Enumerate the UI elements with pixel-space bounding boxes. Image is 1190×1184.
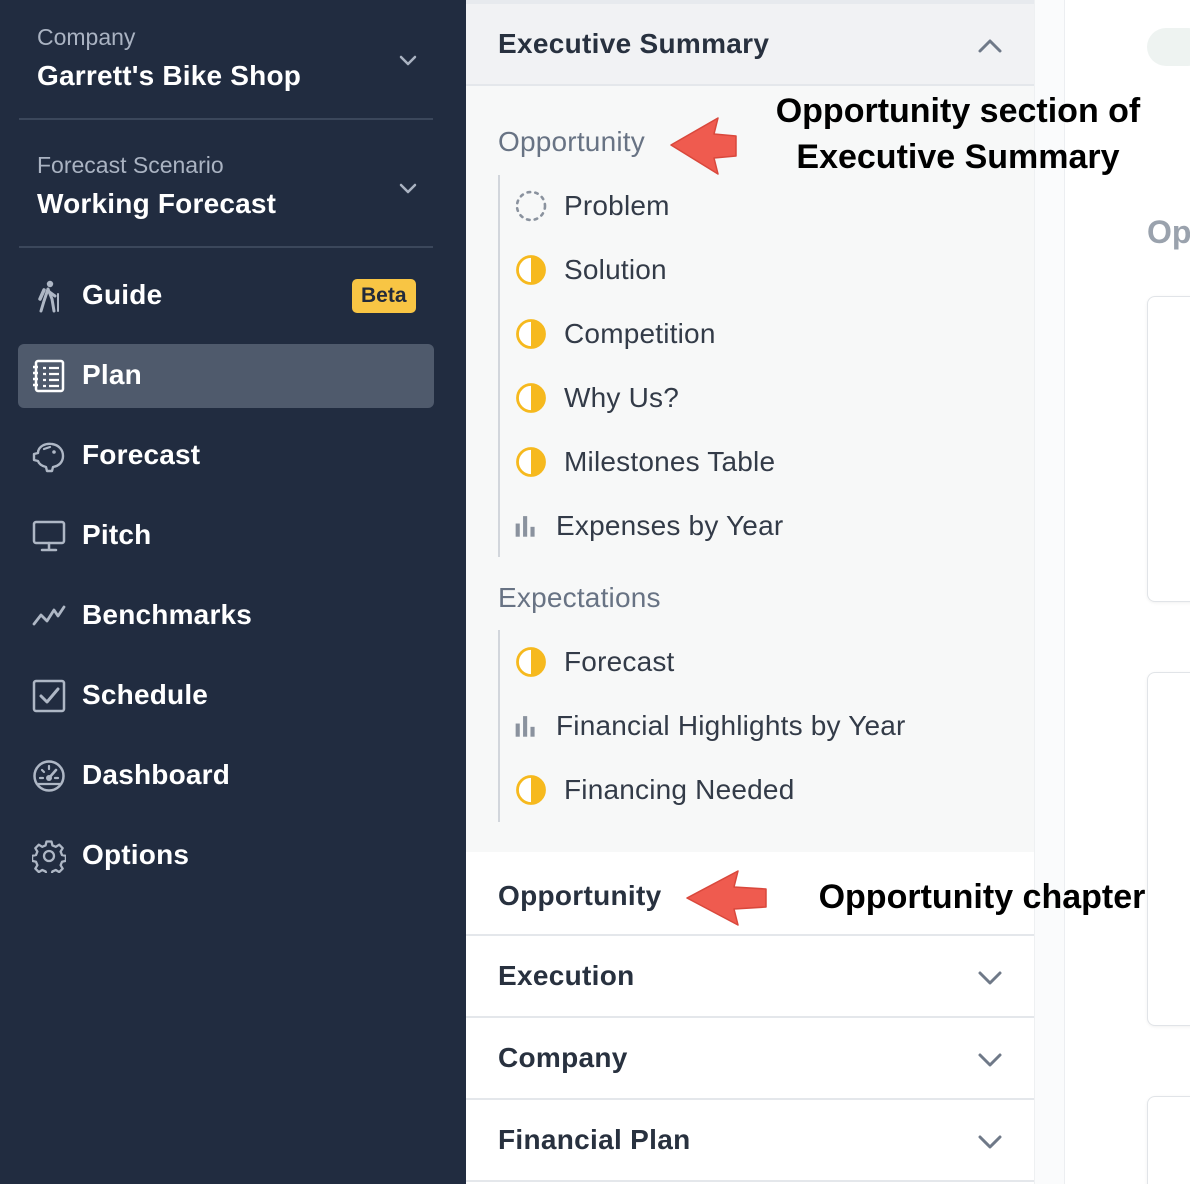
company-selector[interactable]: Company Garrett's Bike Shop xyxy=(0,18,466,108)
sidebar-item-plan[interactable]: Plan xyxy=(18,344,434,408)
half-circle-status-icon xyxy=(516,255,546,285)
preview-heading: Op xyxy=(1147,214,1190,250)
checkbox-calendar-icon xyxy=(32,679,66,713)
sidebar-item-label: Dashboard xyxy=(82,759,231,790)
hiker-icon xyxy=(38,280,59,313)
company-selector-value: Garrett's Bike Shop xyxy=(37,60,302,91)
gear-icon xyxy=(32,840,66,873)
forecast-scenario-value: Working Forecast xyxy=(37,188,277,219)
sidebar-item-label: Benchmarks xyxy=(82,599,253,630)
group-title-expectations: Expectations xyxy=(498,582,661,613)
outline-item-label: Solution xyxy=(564,254,667,285)
piggy-bank-icon xyxy=(32,442,65,473)
section-title: Company xyxy=(498,1042,628,1073)
outline-item-label: Problem xyxy=(564,190,670,221)
executive-summary-body: Opportunity Problem Solution Competition xyxy=(466,86,1034,852)
beta-badge: Beta xyxy=(352,279,416,313)
gauge-icon xyxy=(33,760,65,792)
preview-card[interactable] xyxy=(1147,1096,1190,1184)
group-line xyxy=(498,175,500,557)
sidebar-item-label: Pitch xyxy=(82,519,152,550)
sidebar-divider xyxy=(19,246,433,248)
chevron-down-icon xyxy=(978,971,1002,985)
sidebar-item-schedule[interactable]: Schedule xyxy=(18,664,434,728)
sidebar-item-options[interactable]: Options xyxy=(18,824,434,888)
section-title: Executive Summary xyxy=(498,28,770,59)
chevron-down-icon xyxy=(399,55,417,66)
callout-arrow-icon xyxy=(670,117,737,175)
half-circle-status-icon xyxy=(516,775,546,805)
sidebar-item-label: Plan xyxy=(82,359,142,390)
half-circle-status-icon xyxy=(516,647,546,677)
company-selector-label: Company xyxy=(37,24,136,50)
sidebar-item-pitch[interactable]: Pitch xyxy=(18,504,434,568)
chevron-down-icon xyxy=(978,1053,1002,1067)
group-line xyxy=(498,630,500,822)
outline-item-label: Milestones Table xyxy=(564,446,776,477)
annotation-exec-opportunity: Opportunity section of Executive Summary xyxy=(775,92,1141,176)
chapter-company[interactable]: Company xyxy=(466,1018,1034,1100)
bar-chart-icon xyxy=(515,716,535,737)
forecast-scenario-selector[interactable]: Forecast Scenario Working Forecast xyxy=(0,146,466,236)
outline-item-label: Forecast xyxy=(564,646,675,677)
chapter-execution[interactable]: Execution xyxy=(466,936,1034,1018)
chapter-financial-plan[interactable]: Financial Plan xyxy=(466,1100,1034,1182)
half-circle-status-icon xyxy=(516,383,546,413)
sidebar-item-dashboard[interactable]: Dashboard xyxy=(18,744,434,808)
monitor-icon xyxy=(32,520,66,552)
sidebar-item-guide[interactable]: Guide Beta xyxy=(18,264,434,328)
preview-card[interactable] xyxy=(1147,672,1190,1026)
sidebar-item-label: Options xyxy=(82,839,190,870)
group-title-opportunity: Opportunity xyxy=(498,126,645,157)
forecast-scenario-label: Forecast Scenario xyxy=(37,152,224,178)
sidebar-item-label: Forecast xyxy=(82,439,201,470)
chevron-down-icon xyxy=(399,183,417,194)
outline-item-label: Competition xyxy=(564,318,716,349)
section-executive-summary[interactable]: Executive Summary xyxy=(466,4,1034,86)
outline-item-label: Expenses by Year xyxy=(556,510,784,541)
outline-item-label: Financing Needed xyxy=(564,774,795,805)
sidebar-item-label: Guide xyxy=(82,279,163,310)
trend-line-icon xyxy=(32,605,66,626)
section-title: Execution xyxy=(498,960,635,991)
sidebar-item-benchmarks[interactable]: Benchmarks xyxy=(18,584,434,648)
section-separator xyxy=(466,1180,1034,1182)
sidebar-item-forecast[interactable]: Forecast xyxy=(18,424,434,488)
sidebar-item-label: Schedule xyxy=(82,679,209,710)
sidebar-divider xyxy=(19,118,433,120)
callout-arrow-icon xyxy=(686,870,767,926)
sidebar: Company Garrett's Bike Shop Forecast Sce… xyxy=(0,0,466,1184)
preview-pill[interactable] xyxy=(1147,28,1190,66)
outline-item-label: Why Us? xyxy=(564,382,679,413)
plan-document-icon xyxy=(33,359,65,393)
annotation-chapter: Opportunity chapter xyxy=(818,878,1146,916)
half-circle-status-icon xyxy=(516,447,546,477)
half-circle-status-icon xyxy=(516,319,546,349)
preview-card[interactable] xyxy=(1147,296,1190,602)
chevron-down-icon xyxy=(978,1135,1002,1149)
bar-chart-icon xyxy=(515,516,535,537)
chevron-up-icon xyxy=(978,39,1002,53)
section-title: Opportunity xyxy=(498,880,662,911)
section-title: Financial Plan xyxy=(498,1124,691,1155)
not-started-status-icon xyxy=(515,190,547,222)
outline-item-label: Financial Highlights by Year xyxy=(556,710,906,741)
